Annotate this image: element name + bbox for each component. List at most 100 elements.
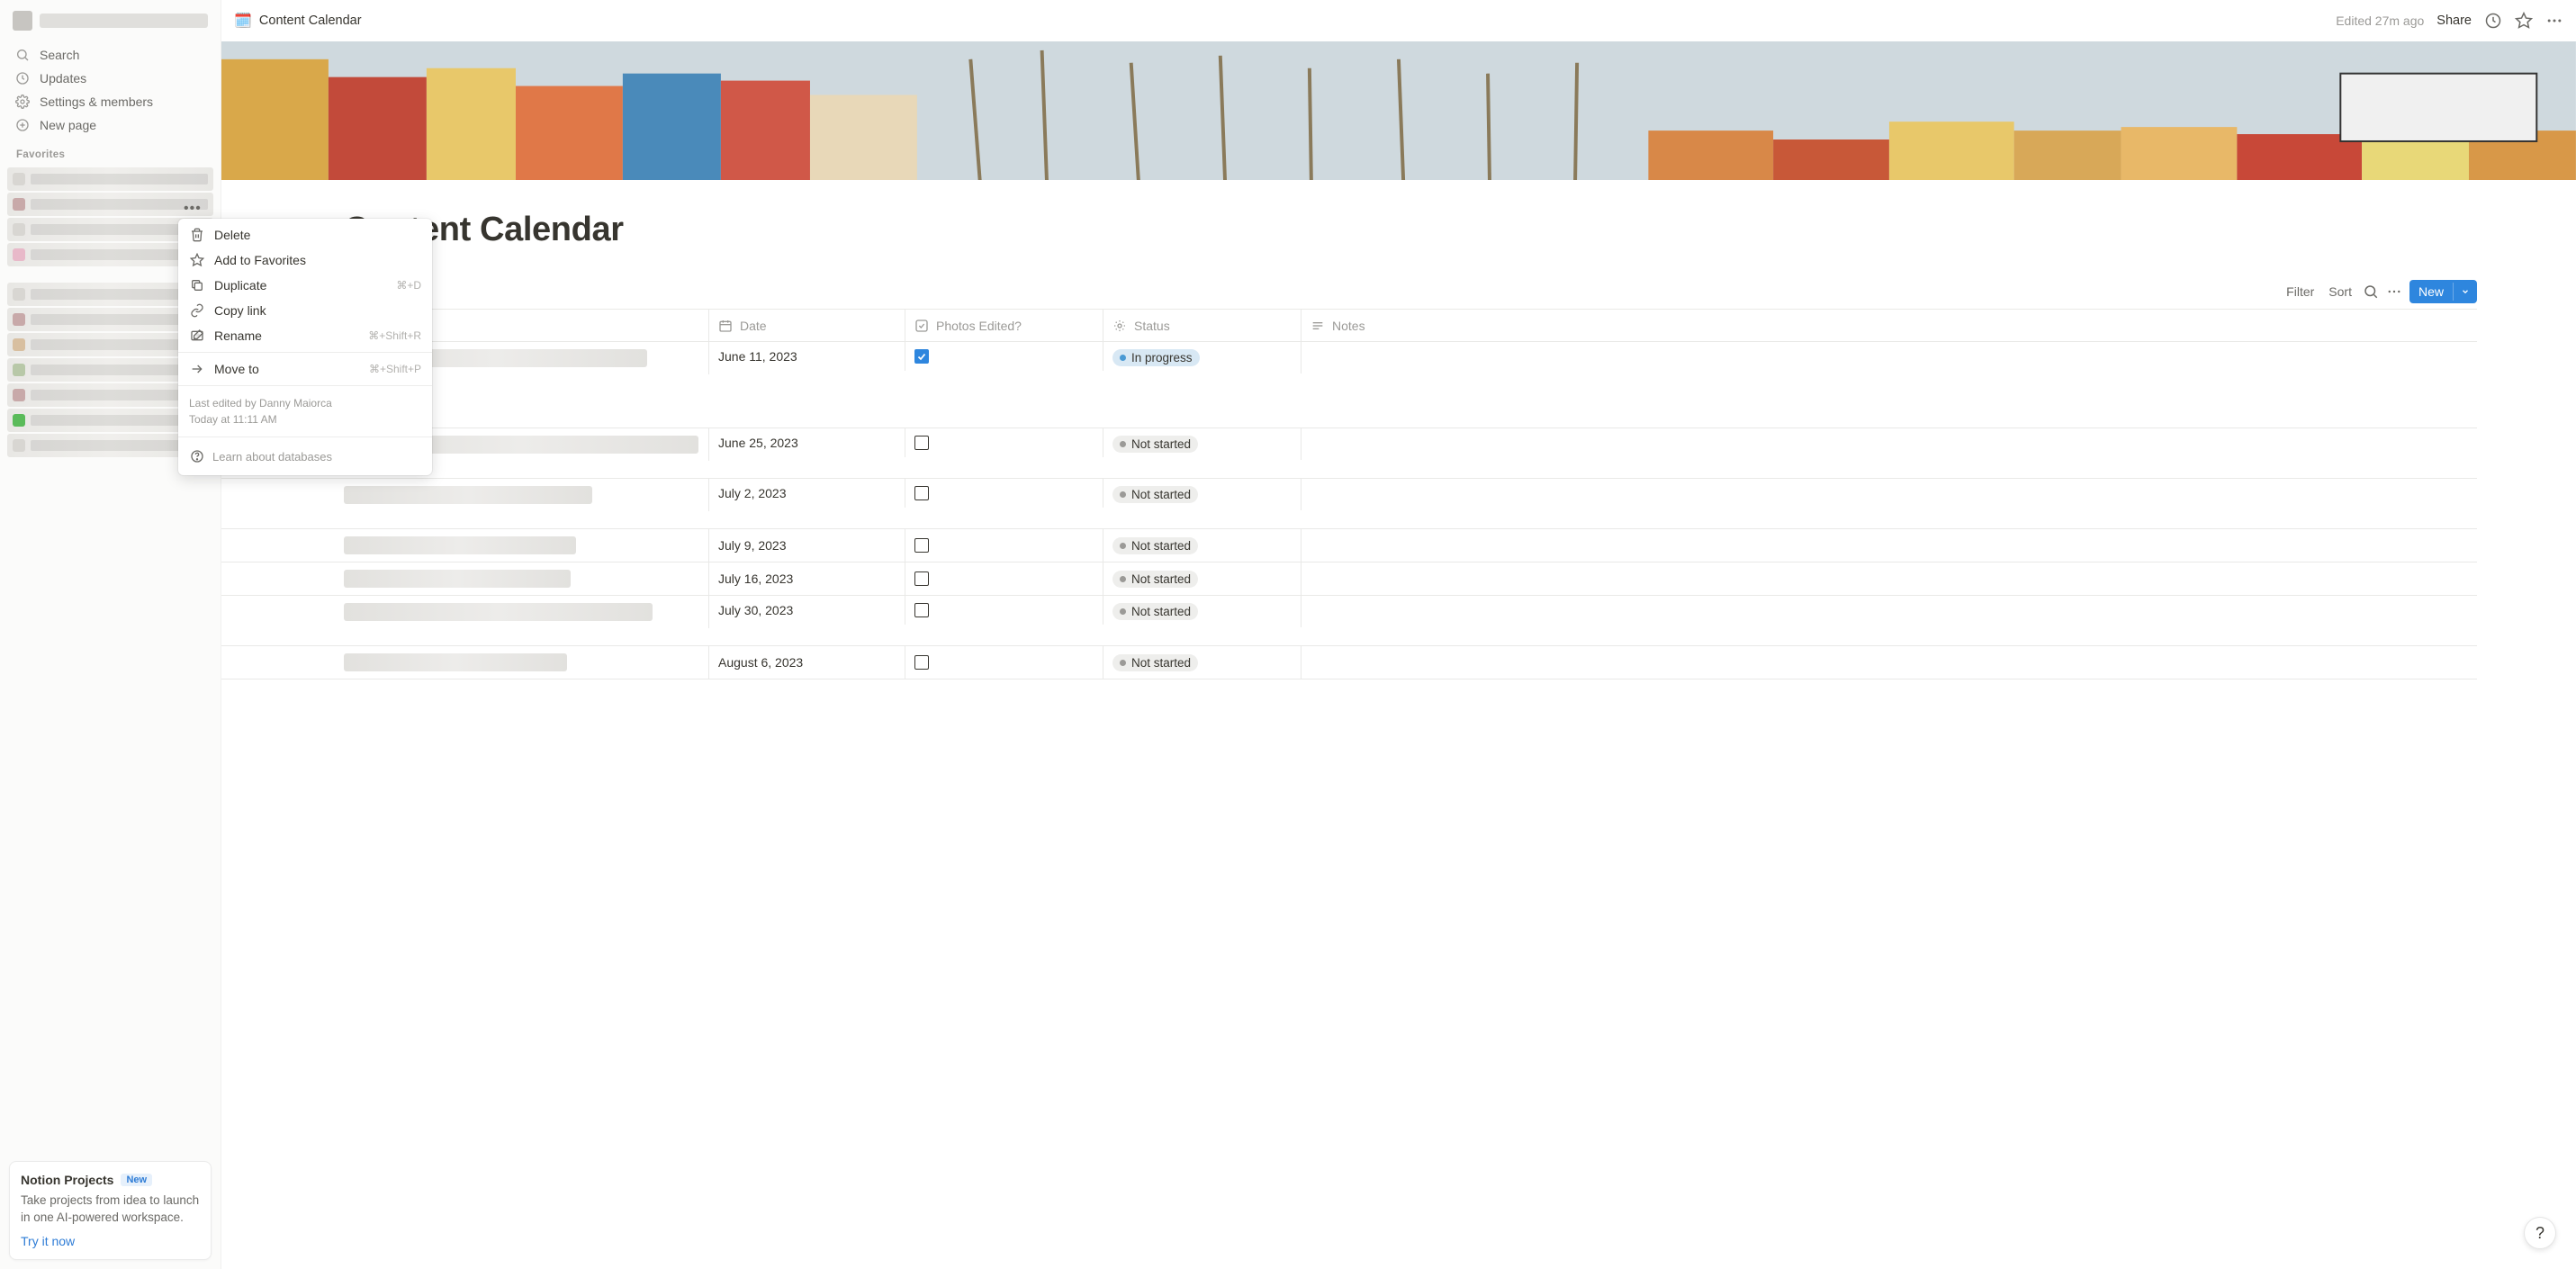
cell-name[interactable] — [221, 596, 709, 628]
cell-status[interactable]: Not started — [1103, 479, 1302, 510]
cell-notes[interactable] — [1302, 479, 2477, 493]
new-button-label: New — [2409, 280, 2453, 303]
cell-name[interactable] — [221, 479, 709, 511]
status-badge: Not started — [1112, 486, 1198, 503]
chevron-down-icon[interactable] — [2453, 283, 2477, 301]
cover-image[interactable] — [221, 41, 2576, 180]
menu-item-duplicate[interactable]: Duplicate⌘+D — [178, 273, 432, 298]
sidebar-settings[interactable]: Settings & members — [7, 90, 213, 113]
checkbox[interactable] — [914, 655, 929, 670]
menu-item-move-to[interactable]: Move to ⌘+Shift+P — [178, 356, 432, 382]
star-icon[interactable] — [2515, 12, 2533, 30]
status-badge: Not started — [1112, 436, 1198, 453]
cell-date[interactable]: July 16, 2023 — [709, 562, 905, 595]
menu-item-delete[interactable]: Delete — [178, 222, 432, 248]
rename-icon — [189, 328, 205, 344]
table-row[interactable]: June 25, 2023 Not started — [221, 428, 2477, 479]
cell-date[interactable]: July 30, 2023 — [709, 596, 905, 625]
sidebar-search-label: Search — [40, 48, 79, 62]
cell-name[interactable] — [221, 529, 709, 562]
column-header-photos[interactable]: Photos Edited? — [905, 310, 1103, 341]
cell-photos-edited[interactable] — [905, 529, 1103, 562]
sidebar-settings-label: Settings & members — [40, 94, 153, 109]
promo-description: Take projects from idea to launch in one… — [21, 1192, 200, 1227]
column-header-date[interactable]: Date — [709, 310, 905, 341]
checkbox[interactable] — [914, 538, 929, 553]
menu-item-add-to-favorites[interactable]: Add to Favorites — [178, 248, 432, 273]
list-item[interactable] — [7, 193, 213, 216]
status-badge: Not started — [1112, 654, 1198, 671]
cell-notes[interactable] — [1302, 596, 2477, 610]
search-icon[interactable] — [2363, 284, 2379, 300]
cell-name[interactable] — [221, 646, 709, 679]
share-button[interactable]: Share — [2436, 14, 2472, 28]
updates-icon[interactable] — [2484, 12, 2502, 30]
checkbox[interactable] — [914, 486, 929, 500]
cell-date[interactable]: July 9, 2023 — [709, 529, 905, 562]
cell-date[interactable]: August 6, 2023 — [709, 646, 905, 679]
calendar-icon — [718, 319, 733, 333]
table-row[interactable]: July 30, 2023 Not started — [221, 596, 2477, 646]
cell-status[interactable]: Not started — [1103, 562, 1302, 595]
menu-meta: Last edited by Danny Maiorca Today at 11… — [178, 390, 432, 433]
link-icon — [189, 302, 205, 319]
more-icon[interactable] — [2545, 12, 2563, 30]
column-header-status[interactable]: Status — [1103, 310, 1302, 341]
cell-photos-edited[interactable] — [905, 479, 1103, 508]
cell-date[interactable]: July 2, 2023 — [709, 479, 905, 508]
cell-photos-edited[interactable] — [905, 342, 1103, 371]
cell-photos-edited[interactable] — [905, 646, 1103, 679]
table-row[interactable]: August 6, 2023 Not started — [221, 646, 2477, 680]
cell-status[interactable]: Not started — [1103, 428, 1302, 460]
table-row[interactable]: July 9, 2023 Not started — [221, 529, 2477, 562]
database-table: Date Photos Edited? Status — [221, 309, 2477, 680]
cell-name[interactable] — [221, 562, 709, 595]
help-button[interactable]: ? — [2524, 1217, 2556, 1249]
list-item[interactable] — [7, 167, 213, 191]
menu-item-rename[interactable]: Rename⌘+Shift+R — [178, 323, 432, 348]
table-row[interactable]: July 16, 2023 Not started — [221, 562, 2477, 596]
cell-status[interactable]: In progress — [1103, 342, 1302, 374]
column-header-notes[interactable]: Notes — [1302, 310, 2477, 341]
context-menu: ••• DeleteAdd to FavoritesDuplicate⌘+DCo… — [178, 219, 432, 475]
arrow-right-icon — [189, 361, 205, 377]
workspace-switcher[interactable] — [9, 7, 212, 34]
menu-item-copy-link[interactable]: Copy link — [178, 298, 432, 323]
sidebar-updates[interactable]: Updates — [7, 67, 213, 90]
cell-notes[interactable] — [1302, 342, 2477, 356]
menu-learn-link[interactable]: Learn about databases — [178, 441, 432, 472]
cell-notes[interactable] — [1302, 562, 2477, 595]
help-icon — [189, 448, 205, 464]
cell-status[interactable]: Not started — [1103, 596, 1302, 627]
new-button[interactable]: New — [2409, 280, 2477, 303]
sidebar-search[interactable]: Search — [7, 43, 213, 67]
sidebar-new-page[interactable]: New page — [7, 113, 213, 137]
filter-button[interactable]: Filter — [2283, 283, 2318, 301]
sort-button[interactable]: Sort — [2325, 283, 2355, 301]
more-icon[interactable] — [2386, 284, 2402, 300]
text-icon — [1311, 319, 1325, 333]
table-row[interactable]: July 2, 2023 Not started — [221, 479, 2477, 529]
cell-photos-edited[interactable] — [905, 428, 1103, 457]
cell-date[interactable]: June 11, 2023 — [709, 342, 905, 371]
workspace-icon — [13, 11, 32, 31]
cell-status[interactable]: Not started — [1103, 529, 1302, 562]
checkbox[interactable] — [914, 349, 929, 364]
cell-notes[interactable] — [1302, 428, 2477, 443]
gear-icon — [14, 94, 31, 110]
promo-cta[interactable]: Try it now — [21, 1234, 200, 1248]
status-badge: In progress — [1112, 349, 1200, 366]
cell-status[interactable]: Not started — [1103, 646, 1302, 679]
cell-notes[interactable] — [1302, 529, 2477, 562]
checkbox[interactable] — [914, 572, 929, 586]
table-row[interactable]: June 11, 2023 In progress — [221, 342, 2477, 428]
checkbox[interactable] — [914, 603, 929, 617]
favorites-header[interactable]: Favorites — [7, 146, 213, 164]
more-icon[interactable]: ••• — [184, 201, 202, 217]
checkbox[interactable] — [914, 436, 929, 450]
cell-notes[interactable] — [1302, 646, 2477, 679]
cell-date[interactable]: June 25, 2023 — [709, 428, 905, 457]
breadcrumb[interactable]: 🗓️ Content Calendar — [234, 12, 362, 30]
cell-photos-edited[interactable] — [905, 596, 1103, 625]
cell-photos-edited[interactable] — [905, 562, 1103, 595]
